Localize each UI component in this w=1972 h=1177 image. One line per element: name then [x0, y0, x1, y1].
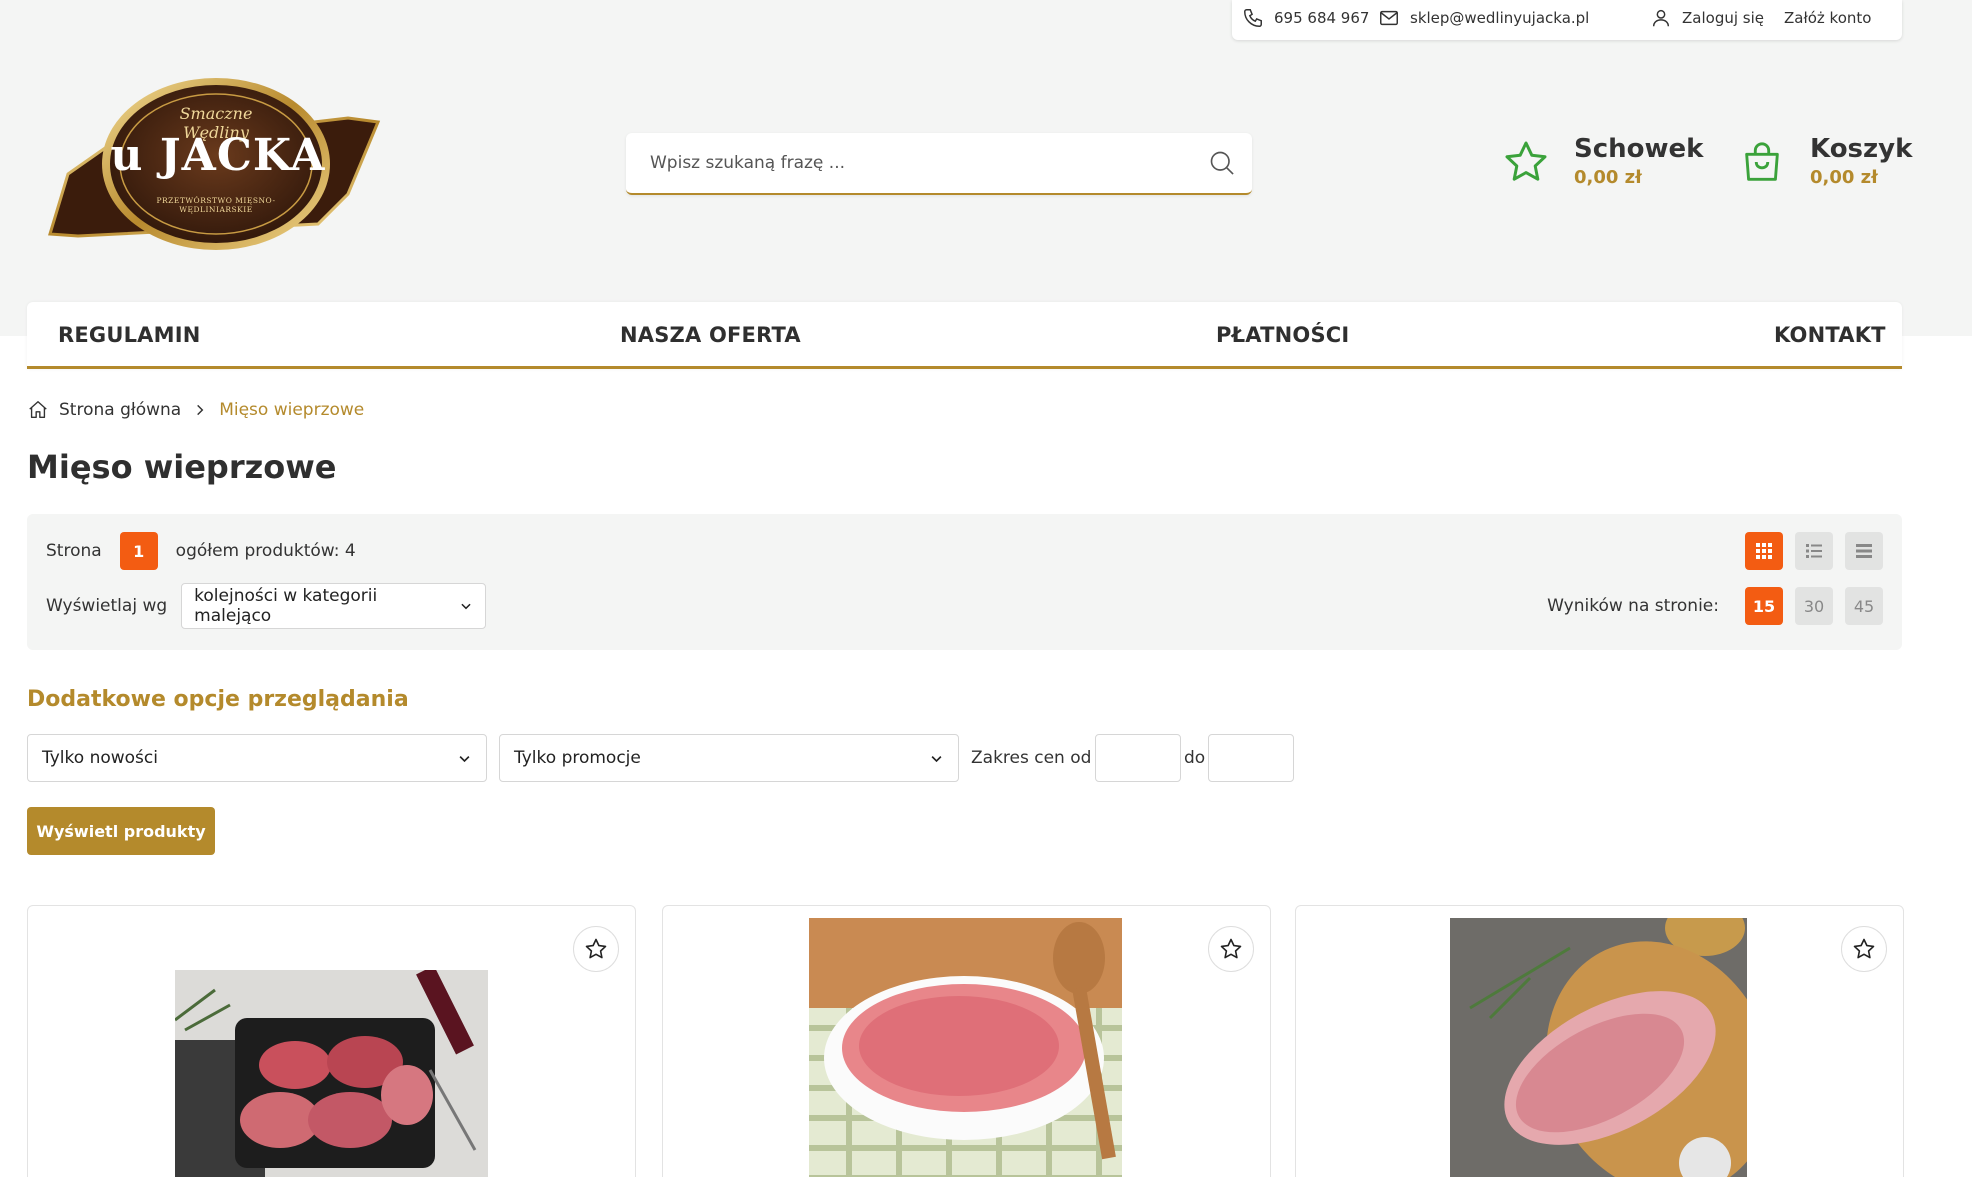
nav-item-kontakt[interactable]: KONTAKT	[1774, 302, 1886, 368]
price-from-label: Zakres cen od	[971, 748, 1092, 768]
product-card[interactable]	[1295, 905, 1904, 1177]
view-mode-switcher	[1745, 532, 1883, 570]
per-page-option-30[interactable]: 30	[1795, 587, 1833, 625]
top-contact-bar: 695 684 967 sklep@wedlinyujacka.pl Zalog…	[1232, 0, 1902, 40]
login-link[interactable]: Zaloguj się	[1650, 0, 1764, 36]
rows-icon	[1856, 544, 1872, 558]
show-products-button[interactable]: Wyświetl produkty	[27, 807, 215, 855]
wishlist-value: 0,00 zł	[1574, 167, 1642, 188]
star-outline-icon	[585, 938, 607, 959]
promo-only-value: Tylko promocje	[514, 748, 641, 768]
promo-only-select[interactable]: Tylko promocje	[499, 734, 959, 782]
phone-icon	[1244, 9, 1262, 27]
wishlist-title: Schowek	[1574, 134, 1704, 164]
product-image[interactable]	[1450, 918, 1747, 1177]
sort-select[interactable]: kolejności w kategorii malejąco	[181, 583, 487, 629]
per-page-option-15[interactable]: 15	[1745, 587, 1783, 625]
star-outline-icon	[1220, 938, 1242, 959]
pork-neck-photo	[1450, 918, 1747, 1177]
star-outline-icon	[1853, 938, 1875, 959]
cart-title: Koszyk	[1810, 134, 1913, 164]
nav-item-regulamin[interactable]: REGULAMIN	[58, 302, 201, 368]
grid-icon	[1756, 543, 1772, 559]
store-logo[interactable]: Smaczne Wędliny u JACKA PRZETWÓRSTWO MIĘ…	[48, 74, 382, 252]
logo-main-text: u JACKA	[110, 130, 326, 181]
product-card[interactable]	[662, 905, 1271, 1177]
sort-label: Wyświetlaj wg	[46, 596, 168, 616]
listing-toolbar: Strona 1 ogółem produktów: 4 Wyświetlaj …	[27, 514, 1902, 650]
grid-view-button[interactable]	[1745, 532, 1783, 570]
chevron-right-icon	[197, 404, 204, 416]
main-navigation: REGULAMIN NASZA OFERTA PŁATNOŚCI KONTAKT	[27, 302, 1902, 369]
add-to-wishlist-button[interactable]	[1841, 926, 1887, 972]
search-icon	[1210, 151, 1234, 175]
user-icon	[1652, 9, 1670, 27]
email-link[interactable]: sklep@wedlinyujacka.pl	[1378, 0, 1589, 36]
shopping-bag-icon	[1745, 142, 1779, 181]
price-from-input[interactable]	[1095, 734, 1181, 782]
mail-icon	[1380, 10, 1398, 26]
new-only-select[interactable]: Tylko nowości	[27, 734, 487, 782]
pork-chunks-photo	[175, 970, 488, 1177]
chevron-down-icon	[461, 603, 471, 610]
product-image[interactable]	[809, 918, 1122, 1177]
register-link[interactable]: Załóż konto	[1784, 0, 1871, 36]
nav-item-platnosci[interactable]: PŁATNOŚCI	[1216, 302, 1349, 368]
phone-number: 695 684 967	[1274, 9, 1370, 27]
search-button[interactable]	[1192, 133, 1252, 193]
sort-select-value: kolejności w kategorii malejąco	[194, 586, 378, 626]
cart-value: 0,00 zł	[1810, 167, 1878, 188]
price-to-input[interactable]	[1208, 734, 1294, 782]
breadcrumb: Strona główna Mięso wieprzowe	[27, 396, 364, 424]
total-products: ogółem produktów: 4	[175, 541, 356, 561]
search-bar	[626, 133, 1252, 195]
current-page-badge[interactable]: 1	[119, 532, 158, 570]
filters-title: Dodatkowe opcje przeglądania	[27, 687, 409, 712]
login-label: Zaloguj się	[1682, 9, 1764, 27]
phone-link[interactable]: 695 684 967	[1242, 0, 1369, 36]
per-page-option-45[interactable]: 45	[1845, 587, 1883, 625]
cart-widget[interactable]: Koszyk 0,00 zł	[1732, 132, 1912, 192]
breadcrumb-home[interactable]: Strona główna	[59, 400, 181, 420]
page-title: Mięso wieprzowe	[27, 448, 337, 486]
home-icon[interactable]	[27, 399, 49, 421]
price-to-label: do	[1184, 748, 1206, 768]
product-image[interactable]	[175, 970, 488, 1177]
wishlist-widget[interactable]: Schowek 0,00 zł	[1496, 132, 1703, 192]
logo-arc-text: PRZETWÓRSTWO MIĘSNO-WĘDLINIARSKIE	[156, 196, 276, 214]
nav-item-nasza-oferta[interactable]: NASZA OFERTA	[620, 302, 801, 368]
star-icon	[1505, 141, 1547, 181]
product-card[interactable]	[27, 905, 636, 1177]
search-input[interactable]	[626, 133, 1192, 193]
list-icon	[1806, 544, 1822, 558]
breadcrumb-current: Mięso wieprzowe	[219, 400, 365, 420]
new-only-value: Tylko nowości	[42, 748, 158, 768]
compact-view-button[interactable]	[1845, 532, 1883, 570]
chevron-down-icon	[459, 755, 470, 762]
list-view-button[interactable]	[1795, 532, 1833, 570]
add-to-wishlist-button[interactable]	[1208, 926, 1254, 972]
page-label: Strona	[46, 541, 102, 561]
email-address: sklep@wedlinyujacka.pl	[1410, 9, 1590, 27]
chevron-down-icon	[931, 755, 942, 762]
minced-pork-photo	[809, 918, 1122, 1177]
per-page-label: Wyników na stronie:	[1547, 596, 1719, 616]
results-per-page: Wyników na stronie: 15 30 45	[1547, 587, 1883, 625]
add-to-wishlist-button[interactable]	[573, 926, 619, 972]
register-label: Załóż konto	[1784, 9, 1872, 27]
